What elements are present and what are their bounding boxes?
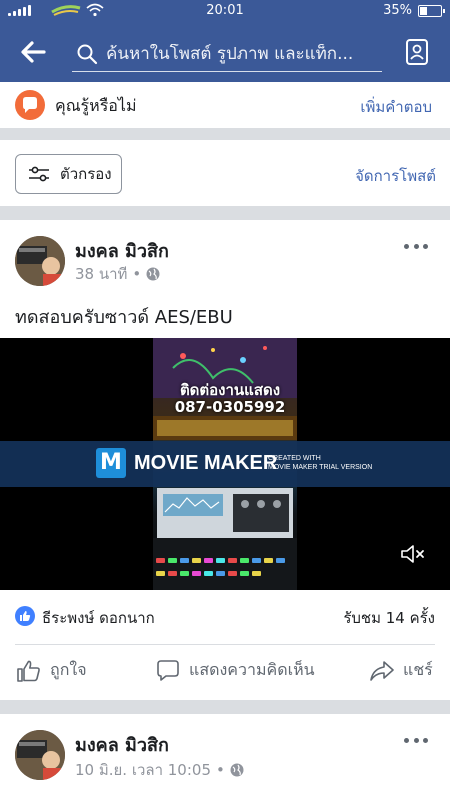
post-meta: 10 มิ.ย. เวลา 10:05 • [75,758,244,782]
search-input[interactable] [106,43,376,64]
filter-button[interactable]: ตัวกรอง [15,154,122,194]
watermark-subtitle: CREATED WITH MOVIE MAKER TRIAL VERSION [268,454,372,472]
meta-dot: • [132,265,142,283]
like-badge-icon [15,606,35,626]
watermark-title: MOVIE MAKER [134,452,278,474]
divider [15,644,435,645]
globe-icon [146,267,160,281]
post-time[interactable]: 38 นาที [75,262,127,286]
filter-bar: ตัวกรอง จัดการโพสต์ [0,140,450,206]
did-you-know-label: คุณรู้หรือไม่ [55,96,137,115]
post-card: มงคล มิวสิก 10 มิ.ย. เวลา 10:05 • [0,714,450,800]
more-options-icon[interactable] [404,244,428,254]
sliders-icon [29,166,49,182]
share-label: แชร์ [403,660,433,679]
like-button[interactable]: ถูกใจ [16,658,87,683]
back-arrow-icon[interactable] [18,38,48,66]
globe-icon [230,763,244,777]
speech-bubble-icon [15,90,45,120]
more-options-icon[interactable] [404,738,428,748]
movie-maker-logo-icon: M [96,448,126,478]
battery-percent: 35% [383,3,412,18]
status-bar: 20:01 35% [0,0,450,22]
comment-button[interactable]: แสดงความคิดเห็น [155,658,315,683]
view-count: รับชม 14 ครั้ง [343,609,435,627]
post-meta: 38 นาที • [75,262,160,286]
share-icon [370,660,394,681]
video-player[interactable]: ติดต่องานแสดง 087-0305992 M MOVIE MAKER … [0,338,450,590]
post-time[interactable]: 10 มิ.ย. เวลา 10:05 [75,758,211,782]
share-button[interactable]: แชร์ [369,658,433,683]
avatar[interactable] [15,730,65,780]
search-bar[interactable] [72,36,382,72]
comment-label: แสดงความคิดเห็น [189,660,315,679]
post-author[interactable]: มงคล มิวสิก [75,730,169,759]
manage-posts-link[interactable]: จัดการโพสต์ [355,164,436,188]
watermark-sub-line2: MOVIE MAKER TRIAL VERSION [268,464,373,471]
section-divider [0,700,450,714]
post-text: ทดสอบครับซาวด์ AES/EBU [15,307,233,328]
reactions-row: ธีระพงษ์ ดอกนาก รับชม 14 ครั้ง [0,600,450,634]
add-answer-link[interactable]: เพิ่มคำตอบ [360,95,432,119]
search-icon [77,44,98,64]
section-divider [0,128,450,140]
app-bar [0,22,450,82]
video-overlay-phone: 087-0305992 [174,398,286,416]
post-actions: ถูกใจ แสดงความคิดเห็น แชร์ [0,650,450,694]
mute-icon[interactable] [400,542,426,566]
meta-dot: • [216,761,225,779]
watermark-sub-line1: CREATED WITH [268,455,321,462]
profile-card-icon[interactable] [404,38,430,66]
comment-icon [157,659,179,681]
console-buttons [156,558,294,580]
did-you-know-row: คุณรู้หรือไม่ เพิ่มคำตอบ [0,82,450,128]
section-divider [0,206,450,220]
battery-icon [418,5,445,17]
avatar[interactable] [15,236,65,286]
thumbs-up-icon [17,660,40,682]
reactor-name[interactable]: ธีระพงษ์ ดอกนาก [42,606,155,630]
post-author[interactable]: มงคล มิวสิก [75,236,169,265]
filter-label: ตัวกรอง [60,165,112,183]
like-label: ถูกใจ [50,660,87,679]
